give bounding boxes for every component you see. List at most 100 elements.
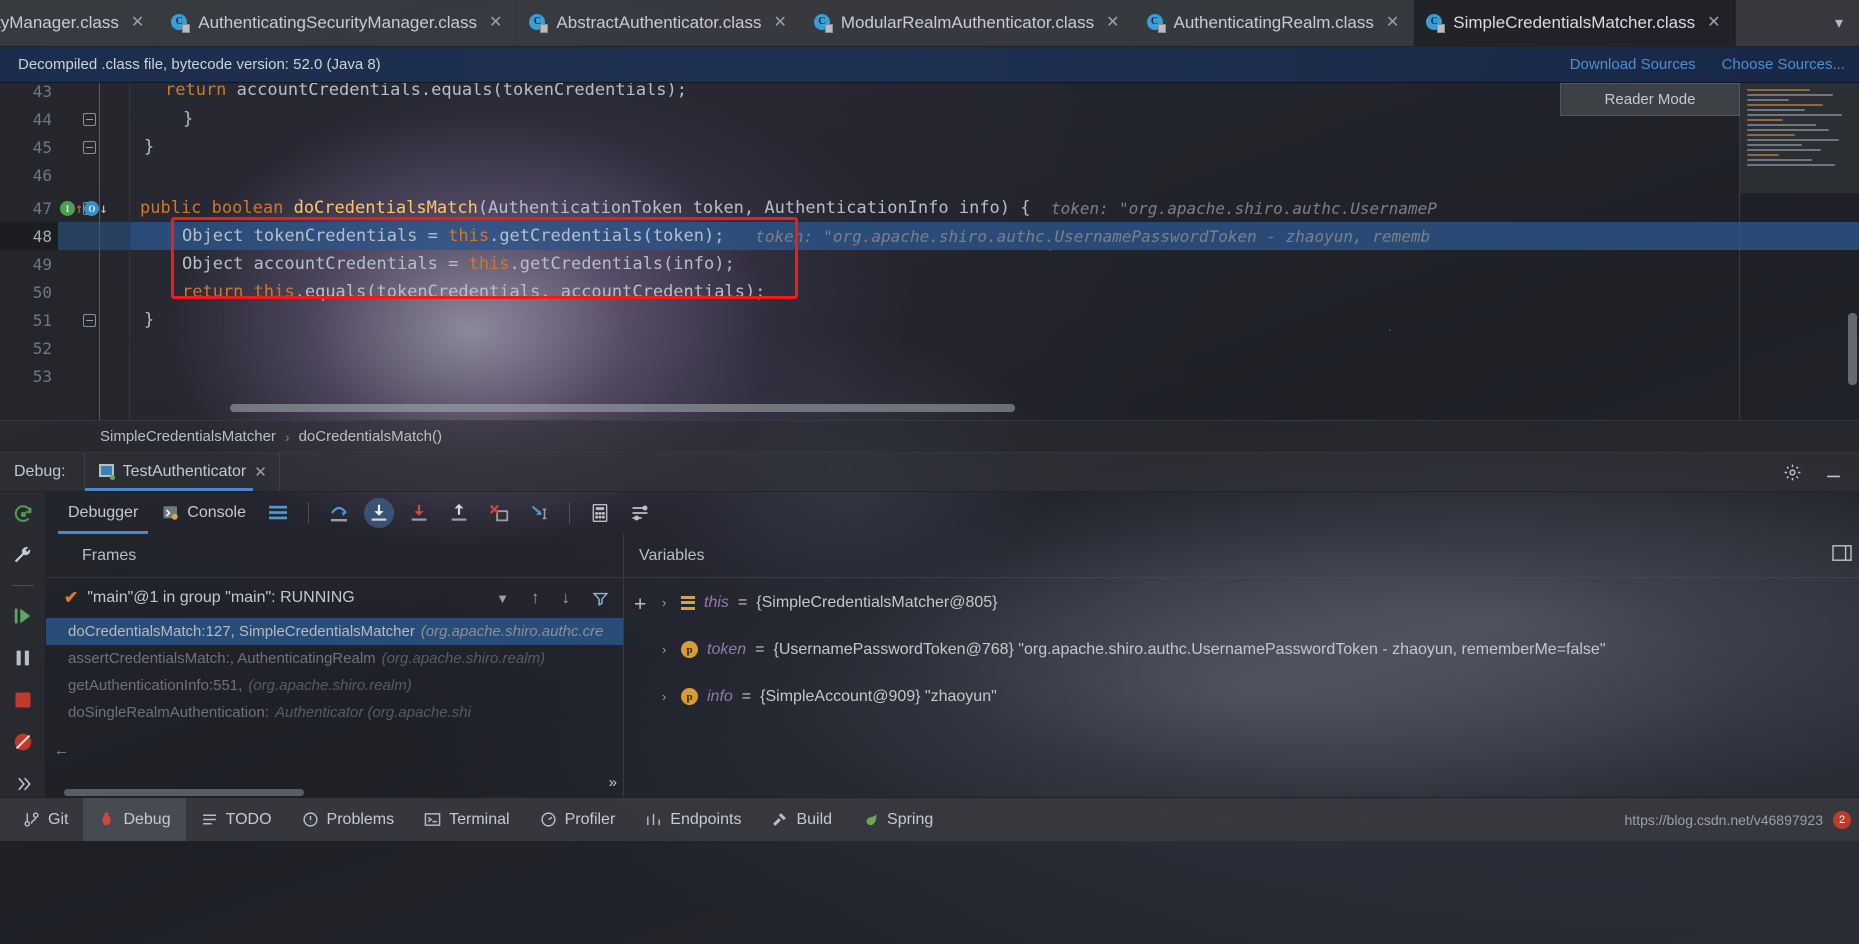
variables-list[interactable]: + › this = {SimpleCredentialsMatcher@805… <box>624 578 1859 797</box>
variable-row[interactable]: › p info = {SimpleAccount@909} "zhaoyun" <box>624 676 1859 717</box>
editor-tab-5[interactable]: C SimpleCredentialsMatcher.class ✕ <box>1414 0 1736 46</box>
status-item-terminal[interactable]: Terminal <box>409 798 524 841</box>
fold-toggle-icon[interactable] <box>78 313 100 327</box>
status-item-profiler[interactable]: Profiler <box>525 798 631 841</box>
frame-package: (org.apache.shiro.realm) <box>381 650 546 667</box>
pause-icon[interactable] <box>10 645 36 670</box>
status-item-endpoints[interactable]: Endpoints <box>630 798 756 841</box>
step-out-icon[interactable] <box>444 498 474 528</box>
close-icon[interactable]: ✕ <box>489 15 502 31</box>
editor-horizontal-scrollbar[interactable] <box>230 404 1015 412</box>
editor-tab-1[interactable]: C AuthenticatingSecurityManager.class ✕ <box>159 0 518 46</box>
rerun-icon[interactable] <box>10 501 36 526</box>
calculator-icon[interactable] <box>585 498 615 528</box>
arrow-up-icon: ↑ <box>75 200 84 217</box>
status-item-debug[interactable]: Debug <box>83 798 186 841</box>
close-icon[interactable]: ✕ <box>131 15 144 31</box>
status-item-git[interactable]: Git <box>8 798 83 841</box>
sliders-icon[interactable] <box>625 498 655 528</box>
editor-tab-3[interactable]: C ModularRealmAuthenticator.class ✕ <box>802 0 1135 46</box>
editor-tab-4[interactable]: C AuthenticatingRealm.class ✕ <box>1135 0 1415 46</box>
implementation-marker-icon[interactable]: I <box>60 201 75 216</box>
close-icon[interactable]: ✕ <box>1386 15 1399 31</box>
arrow-down-icon[interactable]: ↓ <box>562 588 571 608</box>
breadcrumb-class[interactable]: SimpleCredentialsMatcher <box>100 428 276 445</box>
editor-tab-2[interactable]: C AbstractAuthenticator.class ✕ <box>517 0 802 46</box>
status-item-problems[interactable]: Problems <box>287 798 410 841</box>
wrench-icon[interactable] <box>10 543 36 568</box>
close-icon[interactable]: ✕ <box>1106 15 1119 31</box>
frame-row[interactable]: assertCredentialsMatch:, AuthenticatingR… <box>46 645 623 672</box>
thread-selector[interactable]: ✔ "main"@1 in group "main": RUNNING ▼ ↑ … <box>46 578 623 618</box>
status-bar-right: https://blog.csdn.net/v46897923 2 <box>1625 810 1859 829</box>
step-into-icon[interactable] <box>363 498 394 528</box>
spring-icon <box>862 811 879 828</box>
thread-label: "main"@1 in group "main": RUNNING <box>87 589 355 606</box>
gear-icon[interactable] <box>1783 463 1802 482</box>
frames-list[interactable]: doCredentialsMatch:127, SimpleCredential… <box>46 618 623 797</box>
editor-tab-0[interactable]: tyManager.class ✕ <box>0 0 160 46</box>
status-item-label: Problems <box>326 810 395 828</box>
editor-minimap[interactable] <box>1740 83 1859 193</box>
editor-tab-label: AbstractAuthenticator.class <box>556 13 762 32</box>
force-step-into-icon[interactable] <box>404 498 434 528</box>
status-item-spring[interactable]: Spring <box>847 798 948 841</box>
filter-icon[interactable] <box>592 590 609 607</box>
chevrons-right-icon[interactable] <box>10 772 36 797</box>
line-number: 49 <box>32 254 52 274</box>
editor-gutter[interactable]: 43 44 45 46 47 I ↑ O ↓ 48 49 50 51 52 53 <box>0 83 130 420</box>
status-item-build[interactable]: Build <box>756 798 847 841</box>
frame-row[interactable]: getAuthenticationInfo:551, (org.apache.s… <box>46 672 623 699</box>
inline-hint-value: "org.apache.shiro.authc.UsernamePassword… <box>823 226 1431 246</box>
tab-console[interactable]: Console <box>150 492 258 534</box>
fold-toggle-icon[interactable] <box>78 140 100 154</box>
override-marker-icon[interactable]: O <box>84 201 100 216</box>
tab-debugger[interactable]: Debugger <box>56 492 150 534</box>
reader-mode-button[interactable]: Reader Mode <box>1560 83 1740 116</box>
run-to-cursor-icon[interactable] <box>524 498 554 528</box>
variable-row[interactable]: › p token = {UsernamePasswordToken@768} … <box>624 629 1859 670</box>
frames-horizontal-scrollbar[interactable] <box>46 789 623 797</box>
close-icon[interactable]: ✕ <box>773 15 786 31</box>
code-text: accountCredentials = <box>243 254 469 274</box>
download-sources-link[interactable]: Download Sources <box>1570 56 1696 73</box>
close-icon[interactable]: ✕ <box>254 463 267 481</box>
breadcrumb-method[interactable]: doCredentialsMatch() <box>299 428 442 445</box>
arrow-up-icon[interactable]: ↑ <box>531 588 540 608</box>
variable-row[interactable]: › this = {SimpleCredentialsMatcher@805} <box>624 582 1859 623</box>
minimize-icon[interactable] <box>1824 463 1843 482</box>
drop-frame-icon[interactable] <box>484 498 514 528</box>
lines-icon[interactable] <box>263 498 293 528</box>
frame-row[interactable]: doSingleRealmAuthentication: Authenticat… <box>46 699 623 726</box>
problems-icon <box>302 811 319 828</box>
chevron-right-icon[interactable]: › <box>662 595 672 610</box>
line-number: 52 <box>32 338 52 358</box>
chevron-down-icon[interactable]: ▾ <box>1819 0 1859 46</box>
gutter-marker-group[interactable]: I ↑ O ↓ <box>60 201 110 216</box>
status-item-todo[interactable]: TODO <box>186 798 287 841</box>
editor-code-area[interactable]: return accountCredentials.equals(tokenCr… <box>130 83 1859 420</box>
code-type: Object <box>182 226 244 246</box>
frames-back-icon[interactable]: ← <box>54 742 69 759</box>
chevron-right-icon[interactable]: › <box>662 689 672 704</box>
frame-row[interactable]: doCredentialsMatch:127, SimpleCredential… <box>46 618 623 645</box>
fold-toggle-icon[interactable] <box>78 112 100 126</box>
step-over-icon[interactable] <box>324 498 354 528</box>
profiler-icon <box>540 811 557 828</box>
chevron-down-icon[interactable]: ▼ <box>496 591 509 606</box>
resume-icon[interactable] <box>10 603 36 628</box>
breakpoint-mute-icon[interactable] <box>10 730 36 755</box>
notification-badge[interactable]: 2 <box>1833 810 1851 829</box>
restore-layout-icon[interactable] <box>1831 544 1853 562</box>
debug-header-controls <box>1783 463 1859 482</box>
close-icon[interactable]: ✕ <box>1707 15 1720 31</box>
editor-tab-label: AuthenticatingSecurityManager.class <box>198 13 478 32</box>
choose-sources-link[interactable]: Choose Sources... <box>1722 56 1845 73</box>
code-keyword: boolean <box>211 198 284 218</box>
variable-equals: = <box>737 593 748 611</box>
stop-icon[interactable] <box>10 688 36 713</box>
chevron-right-icon[interactable]: › <box>662 642 672 657</box>
debug-session-tab[interactable]: TestAuthenticator ✕ <box>83 453 280 491</box>
reader-mode-label: Reader Mode <box>1604 91 1696 108</box>
editor-vertical-scrollbar[interactable] <box>1848 313 1857 385</box>
